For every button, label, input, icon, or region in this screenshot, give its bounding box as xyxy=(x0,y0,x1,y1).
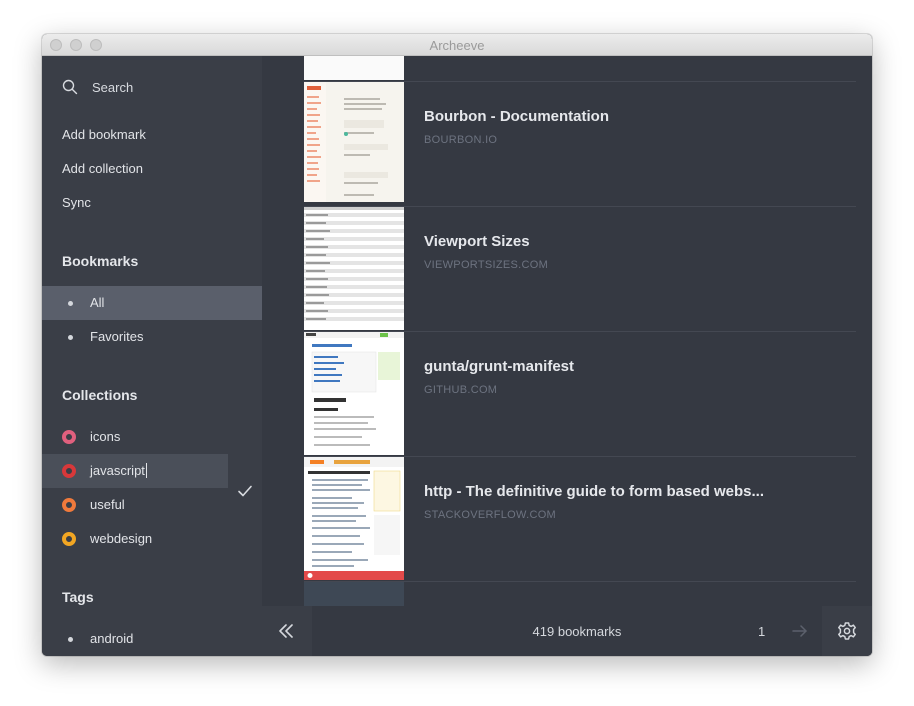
bookmark-domain: VIEWPORTSIZES.COM xyxy=(424,259,549,271)
bookmark-title: gunta/grunt-manifest xyxy=(424,358,574,375)
footer-bar: 419 bookmarks 1 xyxy=(262,606,872,656)
bullet-icon xyxy=(68,335,73,340)
bookmark-title: Viewport Sizes xyxy=(424,233,530,250)
sidebar-item-label: All xyxy=(90,295,105,310)
bullet-icon xyxy=(68,301,73,306)
sidebar-item-all[interactable]: All xyxy=(42,286,262,320)
add-collection-button[interactable]: Add collection xyxy=(62,161,143,176)
collection-label: javascript xyxy=(90,463,145,478)
tag-item-android[interactable]: android xyxy=(42,622,262,656)
collection-color-icon xyxy=(62,430,76,444)
sidebar: Search Add bookmark Add collection Sync … xyxy=(42,56,262,656)
bookmark-thumbnail xyxy=(304,207,404,330)
bookmark-thumbnail xyxy=(304,582,404,606)
bookmark-thumbnail xyxy=(304,457,404,580)
text-caret xyxy=(145,463,147,478)
bookmark-thumbnail xyxy=(304,56,404,80)
title-bar: Archeeve xyxy=(42,34,872,56)
app-window: Archeeve Search Add bookmark Add collect… xyxy=(42,34,872,656)
bookmark-domain: GITHUB.COM xyxy=(424,384,498,396)
bookmark-thumbnail xyxy=(304,332,404,455)
arrow-right-icon[interactable] xyxy=(790,621,810,641)
window-title: Archeeve xyxy=(429,38,485,53)
add-bookmark-button[interactable]: Add bookmark xyxy=(62,127,146,142)
page-number: 1 xyxy=(758,624,766,639)
collection-item-javascript[interactable]: javascript xyxy=(42,454,228,488)
bookmark-thumbnail xyxy=(304,82,404,205)
list-item[interactable] xyxy=(304,56,856,81)
collection-label: useful xyxy=(90,497,125,512)
collection-label: icons xyxy=(90,429,121,444)
tags-section-title: Tags xyxy=(62,589,94,605)
list-item[interactable]: gunta/grunt-manifest GITHUB.COM xyxy=(304,331,856,455)
double-chevron-left-icon xyxy=(279,624,293,638)
collections-section-title: Collections xyxy=(62,387,138,403)
list-item[interactable]: http - The definitive guide to form base… xyxy=(304,456,856,580)
collection-item-icons[interactable]: icons xyxy=(42,420,262,454)
bookmark-list: Bourbon - Documentation BOURBON.IO Viewp… xyxy=(262,56,872,606)
search-label: Search xyxy=(92,80,134,95)
collection-color-icon xyxy=(62,498,76,512)
sync-button[interactable]: Sync xyxy=(62,195,91,210)
bookmarks-section-title: Bookmarks xyxy=(62,253,139,269)
bullet-icon xyxy=(68,637,73,642)
list-item[interactable]: Viewport Sizes VIEWPORTSIZES.COM xyxy=(304,206,856,330)
bookmark-count: 419 bookmarks xyxy=(532,624,622,639)
bookmark-domain: STACKOVERFLOW.COM xyxy=(424,509,557,521)
sidebar-item-favorites[interactable]: Favorites xyxy=(42,320,262,354)
collection-label: webdesign xyxy=(90,531,153,546)
collapse-sidebar-button[interactable] xyxy=(262,606,312,656)
bookmark-title: http - The definitive guide to form base… xyxy=(424,483,765,500)
collection-name-input[interactable]: javascript xyxy=(90,463,147,478)
list-item[interactable] xyxy=(304,581,856,606)
sidebar-item-label: Favorites xyxy=(90,329,144,344)
collection-color-icon xyxy=(62,532,76,546)
gear-icon xyxy=(838,622,856,640)
collection-item-webdesign[interactable]: webdesign xyxy=(42,522,262,556)
bookmark-domain: BOURBON.IO xyxy=(424,134,498,146)
tag-label: android xyxy=(90,631,134,646)
settings-button[interactable] xyxy=(822,606,872,656)
bookmark-title: Bourbon - Documentation xyxy=(424,108,609,125)
list-item[interactable]: Bourbon - Documentation BOURBON.IO xyxy=(304,81,856,205)
collection-item-useful[interactable]: useful xyxy=(42,488,262,522)
search-icon xyxy=(62,79,78,95)
collection-color-icon xyxy=(62,464,76,478)
search-button[interactable]: Search xyxy=(62,77,252,99)
